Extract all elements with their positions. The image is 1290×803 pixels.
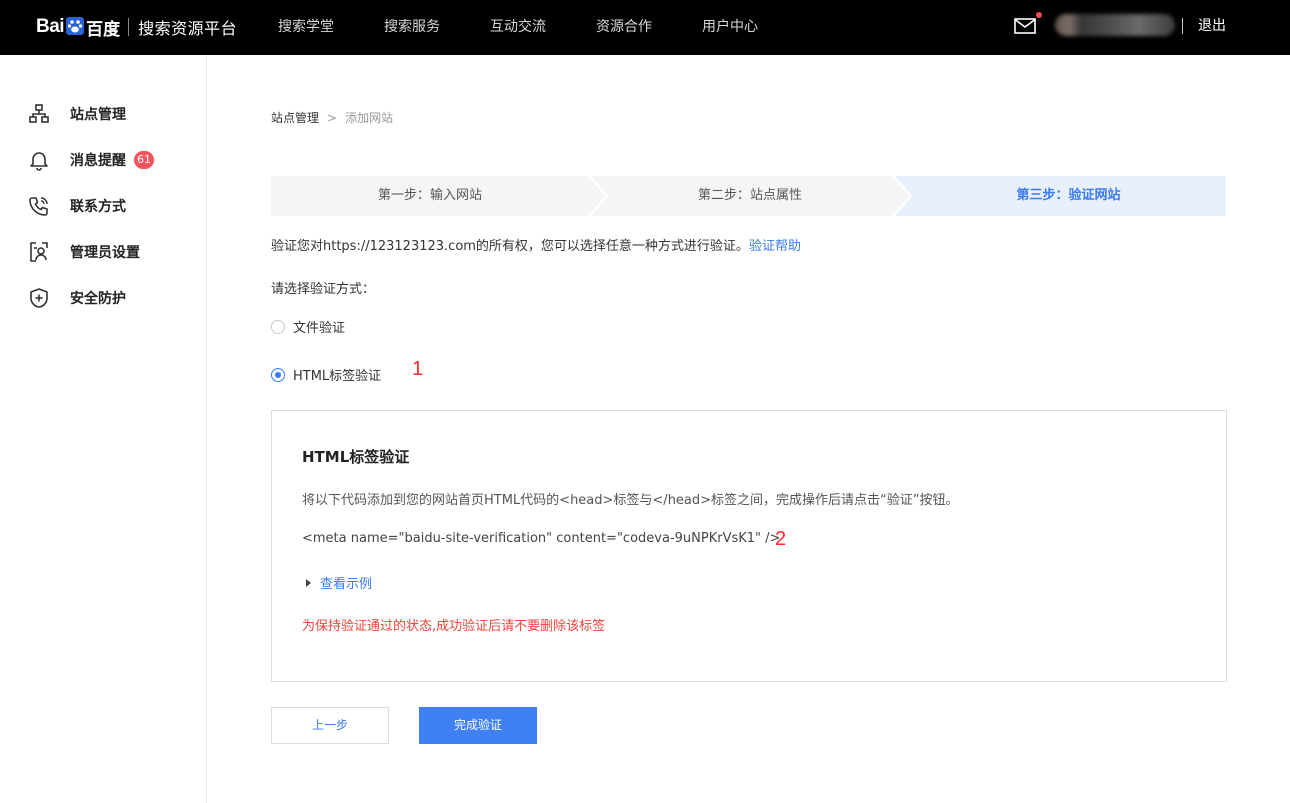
annotation-1: 1 — [412, 358, 424, 380]
keep-tag-warning: 为保持验证通过的状态,成功验证后请不要删除该标签 — [302, 619, 606, 634]
header-divider — [1182, 18, 1183, 34]
finish-verify-button[interactable]: 完成验证 — [419, 707, 537, 744]
step-1-input-site: 第一步：输入网站 — [377, 188, 482, 203]
sidebar-item-label: 联系方式 — [70, 199, 126, 215]
view-example-toggle[interactable]: 查看示例 — [306, 573, 372, 592]
sidebar-item-label: 管理员设置 — [70, 245, 140, 261]
radio-label-file: 文件验证 — [293, 321, 346, 336]
sidebar-item-label: 安全防护 — [70, 291, 126, 307]
mail-icon[interactable] — [1014, 17, 1036, 35]
logo-divider — [128, 18, 130, 36]
platform-title: 搜索资源平台 — [138, 19, 238, 38]
breadcrumb: 站点管理 > 添加网站 — [271, 109, 393, 126]
verify-description: 验证您对https://123123123.com的所有权，您可以选择任意一种方… — [271, 235, 801, 254]
radio-button-checked[interactable] — [271, 367, 285, 382]
verify-help-link[interactable]: 验证帮助 — [749, 239, 801, 254]
verify-description-text: 验证您对https://123123123.com的所有权，您可以选择任意一种方… — [271, 239, 749, 254]
sidebar-item-site-management[interactable]: 站点管理 — [28, 102, 126, 126]
nav-item-interaction[interactable]: 互动交流 — [490, 0, 546, 55]
radio-label-html: HTML标签验证 — [293, 369, 382, 384]
notification-dot — [1036, 12, 1042, 18]
step-progress-bar: 第一步：输入网站 第二步：站点属性 第三步：验证网站 — [271, 176, 1226, 216]
sidebar-item-security[interactable]: 安全防护 — [28, 286, 126, 310]
top-nav-bar: Bai 百度 搜索资源平台 搜索学堂 搜索服务 互动交流 资源合作 用户中心 退… — [0, 0, 1290, 55]
sidebar-item-label: 消息提醒 — [70, 153, 126, 169]
phone-icon — [29, 197, 48, 216]
choose-method-label: 请选择验证方式： — [271, 282, 376, 297]
logo-text-bai: Bai — [36, 16, 65, 37]
main-nav: 搜索学堂 搜索服务 互动交流 资源合作 用户中心 — [278, 0, 808, 55]
sidebar-item-admin-settings[interactable]: 管理员设置 — [28, 240, 140, 264]
nav-item-user-center[interactable]: 用户中心 — [702, 0, 758, 55]
step-2-site-attributes: 第二步：站点属性 — [697, 188, 802, 203]
meta-verification-code[interactable]: <meta name="baidu-site-verification" con… — [302, 531, 780, 546]
logo-text-baidu: 百度 — [86, 19, 121, 40]
sidebar: 站点管理 消息提醒 61 联系方式 管理员设置 安全防护 — [0, 55, 207, 803]
view-example-label: 查看示例 — [320, 577, 373, 592]
radio-file-verify[interactable]: 文件验证 — [271, 317, 345, 336]
message-count-badge: 61 — [134, 151, 154, 169]
radio-button[interactable] — [271, 319, 285, 334]
radio-html-tag-verify[interactable]: HTML标签验证 — [271, 365, 381, 384]
annotation-2: 2 — [775, 528, 787, 550]
step-3-verify-site: 第三步：验证网站 — [1016, 188, 1121, 203]
panel-title: HTML标签验证 — [302, 448, 410, 466]
sidebar-item-messages[interactable]: 消息提醒 61 — [28, 148, 154, 172]
logout-link[interactable]: 退出 — [1198, 0, 1226, 52]
panel-description: 将以下代码添加到您的网站首页HTML代码的<head>标签与</head>标签之… — [302, 493, 959, 508]
breadcrumb-site-management[interactable]: 站点管理 — [271, 109, 319, 126]
sidebar-item-label: 站点管理 — [70, 107, 126, 123]
baidu-logo[interactable]: Bai 百度 搜索资源平台 — [36, 12, 237, 42]
user-avatar-name-blurred[interactable] — [1055, 14, 1175, 36]
breadcrumb-current: 添加网站 — [345, 111, 394, 125]
admin-icon — [30, 242, 48, 262]
sidebar-item-contact[interactable]: 联系方式 — [28, 194, 126, 218]
shield-icon — [30, 288, 48, 308]
caret-right-icon — [306, 578, 311, 587]
sitemap-icon — [29, 104, 49, 123]
html-tag-verify-panel: HTML标签验证 将以下代码添加到您的网站首页HTML代码的<head>标签与<… — [271, 410, 1227, 682]
previous-step-button[interactable]: 上一步 — [271, 707, 389, 744]
nav-item-resource-coop[interactable]: 资源合作 — [596, 0, 652, 55]
breadcrumb-separator: > — [327, 110, 338, 125]
bell-icon — [30, 152, 48, 171]
nav-item-search-service[interactable]: 搜索服务 — [384, 0, 440, 55]
baidu-paw-icon — [66, 17, 85, 35]
nav-item-search-school[interactable]: 搜索学堂 — [278, 0, 334, 55]
